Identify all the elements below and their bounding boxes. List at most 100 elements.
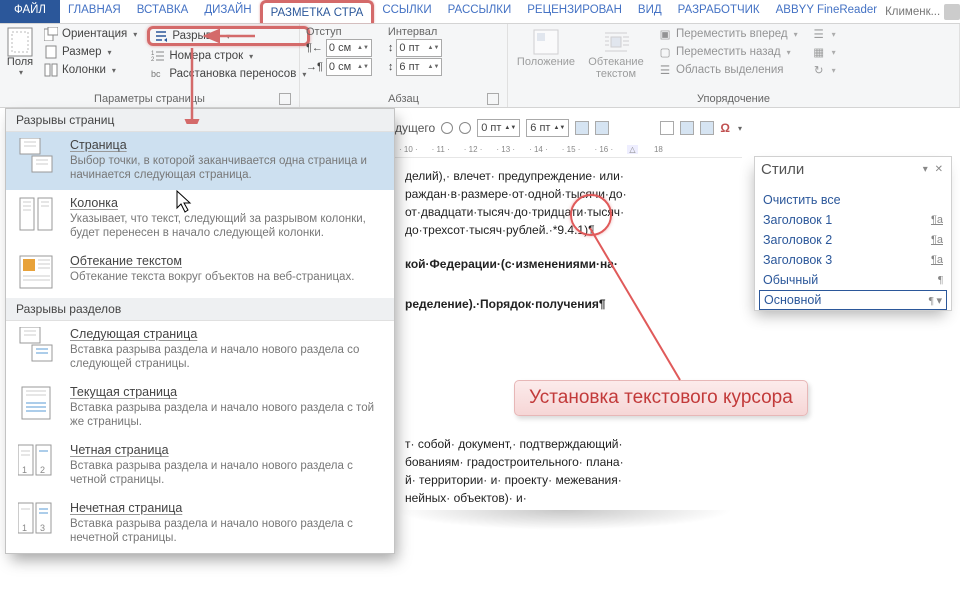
tab-review[interactable]: РЕЦЕНЗИРОВАН	[519, 0, 630, 23]
ribbon: Поля ▾ Ориентация▾ Размер▾ Колонки▾	[0, 24, 960, 108]
tab-mailings[interactable]: РАССЫЛКИ	[440, 0, 520, 23]
wrap-text-label: Обтекание текстом	[584, 56, 648, 80]
orientation-icon	[44, 27, 58, 41]
size-button[interactable]: Размер▾	[40, 44, 141, 60]
dd-item-odd-desc: Вставка разрыва раздела и начало нового …	[70, 517, 384, 545]
hyphenation-icon: bc	[151, 67, 165, 81]
tab-design[interactable]: ДИЗАЙН	[196, 0, 259, 23]
account-user-label[interactable]: Клименк...	[885, 6, 940, 18]
section-continuous-icon	[16, 385, 56, 421]
dd-item-page-desc: Выбор точки, в которой заканчивается одн…	[70, 154, 384, 182]
indent-right-field[interactable]: →¶ 0 см▲▼	[306, 58, 372, 76]
indent-label: Отступ	[306, 26, 372, 38]
sub-prev-text: дущего	[395, 121, 435, 135]
rotate-icon: ↻	[812, 63, 826, 77]
tab-references[interactable]: ССЫЛКИ	[374, 0, 439, 23]
dd-item-odd-page[interactable]: 13 Нечетная страницаВставка разрыва разд…	[6, 495, 394, 553]
wrap-text-icon	[602, 28, 630, 56]
svg-text:2: 2	[40, 465, 45, 475]
tab-page-layout[interactable]: РАЗМЕТКА СТРА	[260, 0, 375, 23]
doc-line: до·трехсот·тысяч·рублей.·*9.4.1)¶	[405, 223, 595, 237]
dd-item-page[interactable]: СтраницаВыбор точки, в которой заканчива…	[6, 132, 394, 190]
section-next-page-icon	[16, 327, 56, 363]
space-after-small[interactable]: 6 пт▲▼	[526, 119, 569, 137]
text-wrap-break-icon	[16, 254, 56, 290]
bring-forward-icon: ▣	[658, 27, 672, 41]
doc-line: от·двадцати·тысяч·до·тридцати·тысяч·	[405, 204, 723, 220]
omega-icon[interactable]: Ω	[720, 121, 730, 135]
toggle-b[interactable]	[595, 121, 609, 135]
style-main-selected[interactable]: Основной¶ ▾	[759, 290, 947, 310]
dd-item-even-page[interactable]: 21 Четная страницаВставка разрыва раздел…	[6, 437, 394, 495]
orientation-label: Ориентация	[62, 28, 127, 40]
dd-item-text-wrapping[interactable]: Обтекание текстом Обтекание текста вокруг…	[6, 248, 394, 298]
paragraph-dialog-launcher[interactable]	[487, 93, 499, 105]
svg-text:1: 1	[22, 465, 27, 475]
indent-left-field[interactable]: ¶← 0 см▲▼	[306, 39, 372, 57]
document-area[interactable]: делий),· влечет· предупреждение· или· ра…	[395, 160, 733, 597]
group-arrange-label: Упорядочение	[514, 92, 953, 107]
wrap-text-button: Обтекание текстом	[584, 26, 648, 92]
dd-item-column-title: Колонка	[70, 196, 384, 210]
dd-item-column[interactable]: КолонкаУказывает, что текст, следующий з…	[6, 190, 394, 248]
indent-left-icon: ¶←	[306, 42, 323, 54]
doc-line: нейных· объектов)· и·	[405, 490, 723, 506]
tab-file[interactable]: ФАЙЛ	[0, 0, 60, 23]
styles-pane-close[interactable]: ✕	[935, 164, 945, 175]
columns-label: Колонки	[62, 64, 106, 76]
styles-pane-options[interactable]: ▾	[923, 164, 930, 175]
view-btn-2[interactable]	[680, 121, 694, 135]
tab-home[interactable]: ГЛАВНАЯ	[60, 0, 129, 23]
rotate-button: ↻▾	[808, 62, 840, 78]
horizontal-ruler[interactable]: · 10 ·· 11 ·· 12 ·· 13 ·· 14 ·· 15 ·· 16…	[395, 142, 742, 158]
svg-text:1: 1	[22, 523, 27, 533]
radio-option[interactable]	[459, 122, 471, 134]
space-before-icon: ↕	[388, 42, 394, 54]
group-paragraph-label: Абзац	[306, 92, 501, 107]
line-numbers-button[interactable]: 12 Номера строк▾	[147, 48, 310, 64]
columns-icon	[44, 63, 58, 77]
tab-insert[interactable]: ВСТАВКА	[129, 0, 197, 23]
position-button: Положение	[514, 26, 578, 92]
margins-button[interactable]: Поля ▾	[6, 26, 34, 92]
view-btn-1[interactable]	[660, 121, 674, 135]
selection-pane-button[interactable]: ☰Область выделения	[654, 62, 802, 78]
style-heading-2[interactable]: Заголовок 2¶a	[755, 230, 951, 250]
group-page-setup-label: Параметры страницы	[6, 92, 293, 107]
space-after-field[interactable]: ↕ 6 пт▲▼	[388, 58, 443, 76]
style-heading-1[interactable]: Заголовок 1¶a	[755, 210, 951, 230]
tab-abbyy[interactable]: ABBYY FineReader	[768, 0, 885, 23]
hyphenation-button[interactable]: bc Расстановка переносов▾	[147, 66, 310, 82]
section-even-page-icon: 21	[16, 443, 56, 479]
margins-icon	[6, 28, 34, 56]
selection-pane-icon: ☰	[658, 63, 672, 77]
doc-line-bold: кой·Федерации·(с·изменениями·на·	[405, 257, 618, 271]
dd-item-next-page[interactable]: Следующая страницаВставка разрыва раздел…	[6, 321, 394, 379]
tab-view[interactable]: ВИД	[630, 0, 670, 23]
group-page-setup: Поля ▾ Ориентация▾ Размер▾ Колонки▾	[0, 24, 300, 107]
style-normal[interactable]: Обычный¶	[755, 270, 951, 290]
columns-button[interactable]: Колонки▾	[40, 62, 141, 78]
dd-item-continuous[interactable]: Текущая страницаВставка разрыва раздела …	[6, 379, 394, 437]
dd-item-wrap-title: Обтекание текстом	[70, 254, 354, 268]
radio-option[interactable]	[441, 122, 453, 134]
tab-developer[interactable]: РАЗРАБОТЧИК	[670, 0, 768, 23]
position-icon	[532, 28, 560, 56]
dropdown-section-section-breaks: Разрывы разделов	[6, 298, 394, 321]
page-break-icon	[16, 138, 56, 174]
style-clear-all[interactable]: Очистить все	[755, 190, 951, 210]
indent-right-icon: →¶	[306, 61, 323, 73]
space-before-field[interactable]: ↕ 0 пт▲▼	[388, 39, 443, 57]
group-objects-button: ▦▾	[808, 44, 840, 60]
breaks-button[interactable]: Разрывы▾	[147, 26, 310, 46]
view-btn-3[interactable]	[700, 121, 714, 135]
page-setup-dialog-launcher[interactable]	[279, 93, 291, 105]
space-before-small[interactable]: 0 пт▲▼	[477, 119, 520, 137]
style-heading-3[interactable]: Заголовок 3¶a	[755, 250, 951, 270]
group-arrange: Положение Обтекание текстом ▣Переместить…	[508, 24, 960, 107]
svg-text:2: 2	[151, 57, 155, 63]
orientation-button[interactable]: Ориентация▾	[40, 26, 141, 42]
avatar-icon[interactable]	[944, 4, 960, 20]
dd-item-wrap-desc: Обтекание текста вокруг объектов на веб-…	[70, 270, 354, 284]
toggle-a[interactable]	[575, 121, 589, 135]
